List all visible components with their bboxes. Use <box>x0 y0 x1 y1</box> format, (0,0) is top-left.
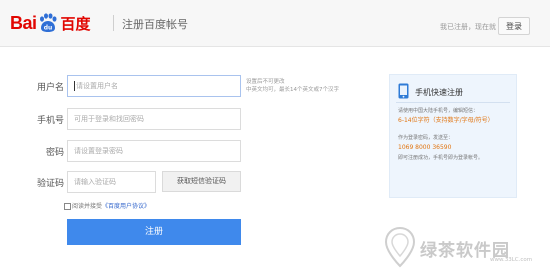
agreement-checkbox[interactable] <box>64 203 71 210</box>
side-line-2: 6-14位字符（支持数字/字母/符号） <box>398 117 494 124</box>
side-panel-divider <box>396 102 510 103</box>
password-label: 密码 <box>45 148 64 158</box>
phone-input[interactable]: 可用于登录和找回密码 <box>67 108 241 130</box>
text-caret <box>74 81 75 91</box>
username-label: 用户名 <box>36 83 64 93</box>
get-sms-code-button[interactable]: 获取短信验证码 <box>162 171 241 192</box>
username-input[interactable]: 请设置用户名 <box>67 75 241 97</box>
agreement-text: 阅读并接受 <box>72 203 103 210</box>
sms-register-panel: 手机快速注册 请使用中国大陆手机号，编辑短信： 6-14位字符（支持数字/字母/… <box>389 74 517 198</box>
side-line-3: 作为登录密码，发送至： <box>398 135 454 141</box>
agreement-link[interactable]: 《百度用户协议》 <box>102 203 150 210</box>
username-hint-1: 设置后不可更改 <box>246 79 285 85</box>
username-placeholder: 请设置用户名 <box>76 82 118 90</box>
username-hint-2: 中英文均可，最长14个英文或7个汉字 <box>246 87 339 93</box>
logo-chinese-text: 百度 <box>60 14 91 33</box>
login-button[interactable]: 登录 <box>498 17 530 35</box>
phone-label: 手机号 <box>36 116 64 126</box>
baidu-logo[interactable]: Bai du 百度 <box>10 12 91 34</box>
logo-paw-text: du <box>43 25 52 32</box>
password-input[interactable]: 请设置登录密码 <box>67 140 241 162</box>
code-placeholder: 请输入验证码 <box>74 178 116 186</box>
side-line-1: 请使用中国大陆手机号，编辑短信： <box>398 108 479 114</box>
baidu-paw-icon: du <box>39 13 57 32</box>
logo-divider <box>113 15 114 31</box>
side-line-5: 即可注册成功，手机号即为登录帐号。 <box>398 155 484 161</box>
password-placeholder: 请设置登录密码 <box>74 147 123 155</box>
logo-latin-text: Bai <box>10 12 37 33</box>
side-line-4: 1069 8000 36590 <box>398 144 452 151</box>
code-input[interactable]: 请输入验证码 <box>67 171 156 193</box>
side-panel-title: 手机快速注册 <box>415 88 463 97</box>
mobile-phone-icon <box>398 83 409 99</box>
page-title: 注册百度帐号 <box>122 18 188 31</box>
agreement-row: 阅读并接受《百度用户协议》 <box>72 201 150 210</box>
top-bar: Bai du 百度 注册百度帐号 我已注册，现在就 登录 <box>0 0 550 47</box>
phone-placeholder: 可用于登录和找回密码 <box>74 115 144 123</box>
login-prompt: 我已注册，现在就 <box>440 23 496 31</box>
watermark-url: www.33LC.com <box>490 257 533 263</box>
code-label: 验证码 <box>36 179 64 189</box>
watermark-logo-icon <box>384 226 416 268</box>
register-button[interactable]: 注册 <box>67 219 241 245</box>
